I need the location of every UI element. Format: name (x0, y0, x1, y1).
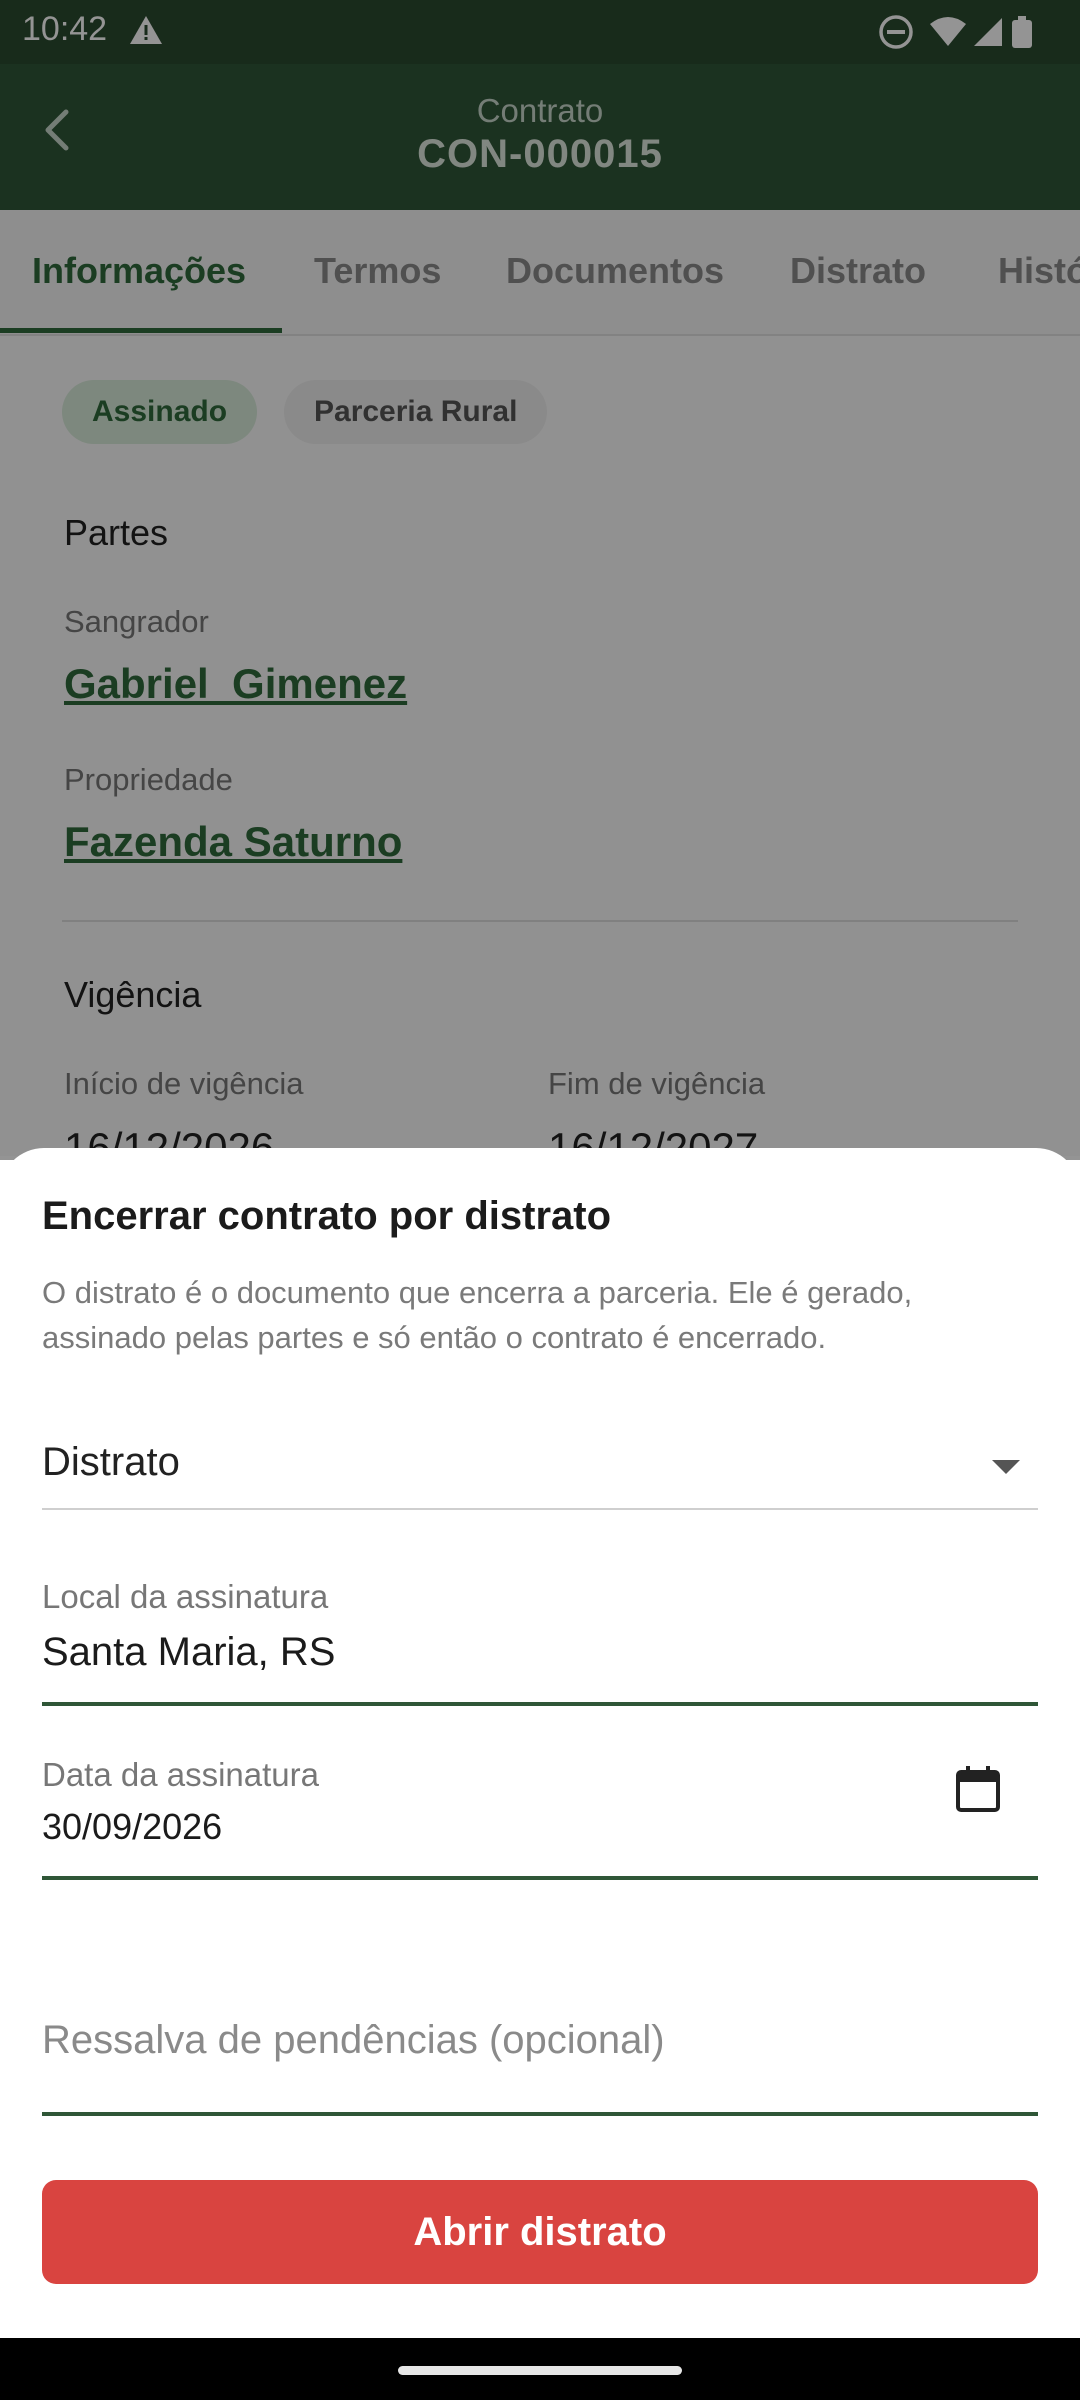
data-assinatura-label: Data da assinatura (42, 1756, 320, 1793)
home-gesture-handle[interactable] (398, 2366, 682, 2375)
termination-type-select[interactable]: Distrato (42, 1428, 1038, 1510)
abrir-distrato-button[interactable]: Abrir distrato (42, 2180, 1038, 2284)
data-assinatura-value: 30/09/2026 (42, 1806, 223, 1847)
distrato-bottom-sheet: Encerrar contrato por distrato O distrat… (0, 1148, 1080, 2338)
ressalva-field[interactable]: Ressalva de pendências (opcional) (42, 1980, 1038, 2140)
sheet-title: Encerrar contrato por distrato (42, 1194, 612, 1238)
dropdown-arrow-icon (992, 1460, 1020, 1474)
local-assinatura-label: Local da assinatura (42, 1578, 329, 1615)
sheet-description: O distrato é o documento que encerra a p… (42, 1275, 913, 1355)
local-assinatura-field[interactable]: Local da assinatura Santa Maria, RS (42, 1578, 1038, 1718)
screen: 10:42 Contrato CON-000015 Informações Te… (0, 0, 1080, 2400)
data-assinatura-field[interactable]: Data da assinatura 30/09/2026 (42, 1756, 1038, 1896)
local-assinatura-underline (42, 1702, 1038, 1706)
ressalva-placeholder: Ressalva de pendências (opcional) (42, 2018, 665, 2062)
modal-scrim[interactable] (0, 0, 1080, 1160)
local-assinatura-value: Santa Maria, RS (42, 1630, 336, 1674)
ressalva-underline (42, 2112, 1038, 2116)
system-nav-bar (0, 2338, 1080, 2400)
termination-type-value: Distrato (42, 1440, 180, 1484)
calendar-icon[interactable] (954, 1764, 1002, 1814)
data-assinatura-underline (42, 1876, 1038, 1880)
